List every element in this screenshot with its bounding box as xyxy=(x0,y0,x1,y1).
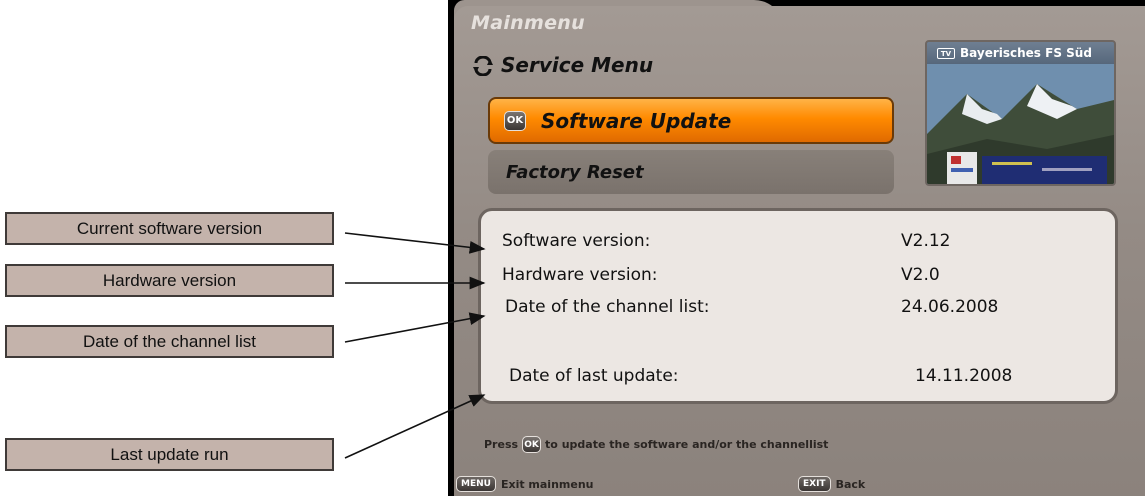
software-version-label: Software version: xyxy=(502,231,651,251)
callout-last-update-run: Last update run xyxy=(5,438,334,471)
hardware-version-label: Hardware version: xyxy=(502,265,658,285)
hardware-version-value: V2.0 xyxy=(901,265,940,285)
footer-label: Back xyxy=(835,477,866,491)
channel-list-date-value: 24.06.2008 xyxy=(901,297,999,317)
hint-prefix: Press xyxy=(484,438,519,451)
footer-exit-mainmenu[interactable]: MENU Exit mainmenu xyxy=(456,476,594,492)
exit-key-icon: EXIT xyxy=(798,476,831,492)
menu-item-factory-reset[interactable]: Factory Reset xyxy=(488,150,894,194)
submenu-title: Service Menu xyxy=(501,53,654,77)
callout-hardware-version: Hardware version xyxy=(5,264,334,297)
menu-item-label: Factory Reset xyxy=(506,161,644,183)
last-update-date-value: 14.11.2008 xyxy=(915,366,1013,386)
tv-icon: TV xyxy=(937,47,955,59)
tv-screen: Mainmenu Service Menu OK Software Update… xyxy=(448,0,1145,496)
ok-key-icon: OK xyxy=(504,110,526,131)
hint-suffix: to update the software and/or the channe… xyxy=(545,438,829,451)
menu-item-label: Software Update xyxy=(541,108,732,133)
last-update-date-label: Date of last update: xyxy=(509,366,679,386)
footer-back[interactable]: EXIT Back xyxy=(798,476,865,492)
preview-title-bar: TV Bayerisches FS Süd xyxy=(927,42,1114,64)
menu-item-software-update[interactable]: OK Software Update xyxy=(488,97,894,144)
menu-key-icon: MENU xyxy=(456,476,496,492)
version-info-box: Software version: V2.12 Hardware version… xyxy=(478,208,1118,404)
ok-key-icon: OK xyxy=(522,436,542,453)
breadcrumb: Mainmenu xyxy=(471,12,585,34)
callout-date-channel-list: Date of the channel list xyxy=(5,325,334,358)
channel-list-date-label: Date of the channel list: xyxy=(505,297,710,317)
callout-current-software-version: Current software version xyxy=(5,212,334,245)
footer-label: Exit mainmenu xyxy=(500,477,594,491)
channel-name: Bayerisches FS Süd xyxy=(960,46,1092,60)
channel-preview: TV Bayerisches FS Süd xyxy=(925,40,1116,186)
service-menu-icon xyxy=(473,56,493,76)
software-version-value: V2.12 xyxy=(901,231,951,251)
update-hint: Press OK to update the software and/or t… xyxy=(484,436,828,453)
mountain-image xyxy=(927,64,1114,184)
menu-panel: Mainmenu Service Menu OK Software Update… xyxy=(454,6,1145,496)
